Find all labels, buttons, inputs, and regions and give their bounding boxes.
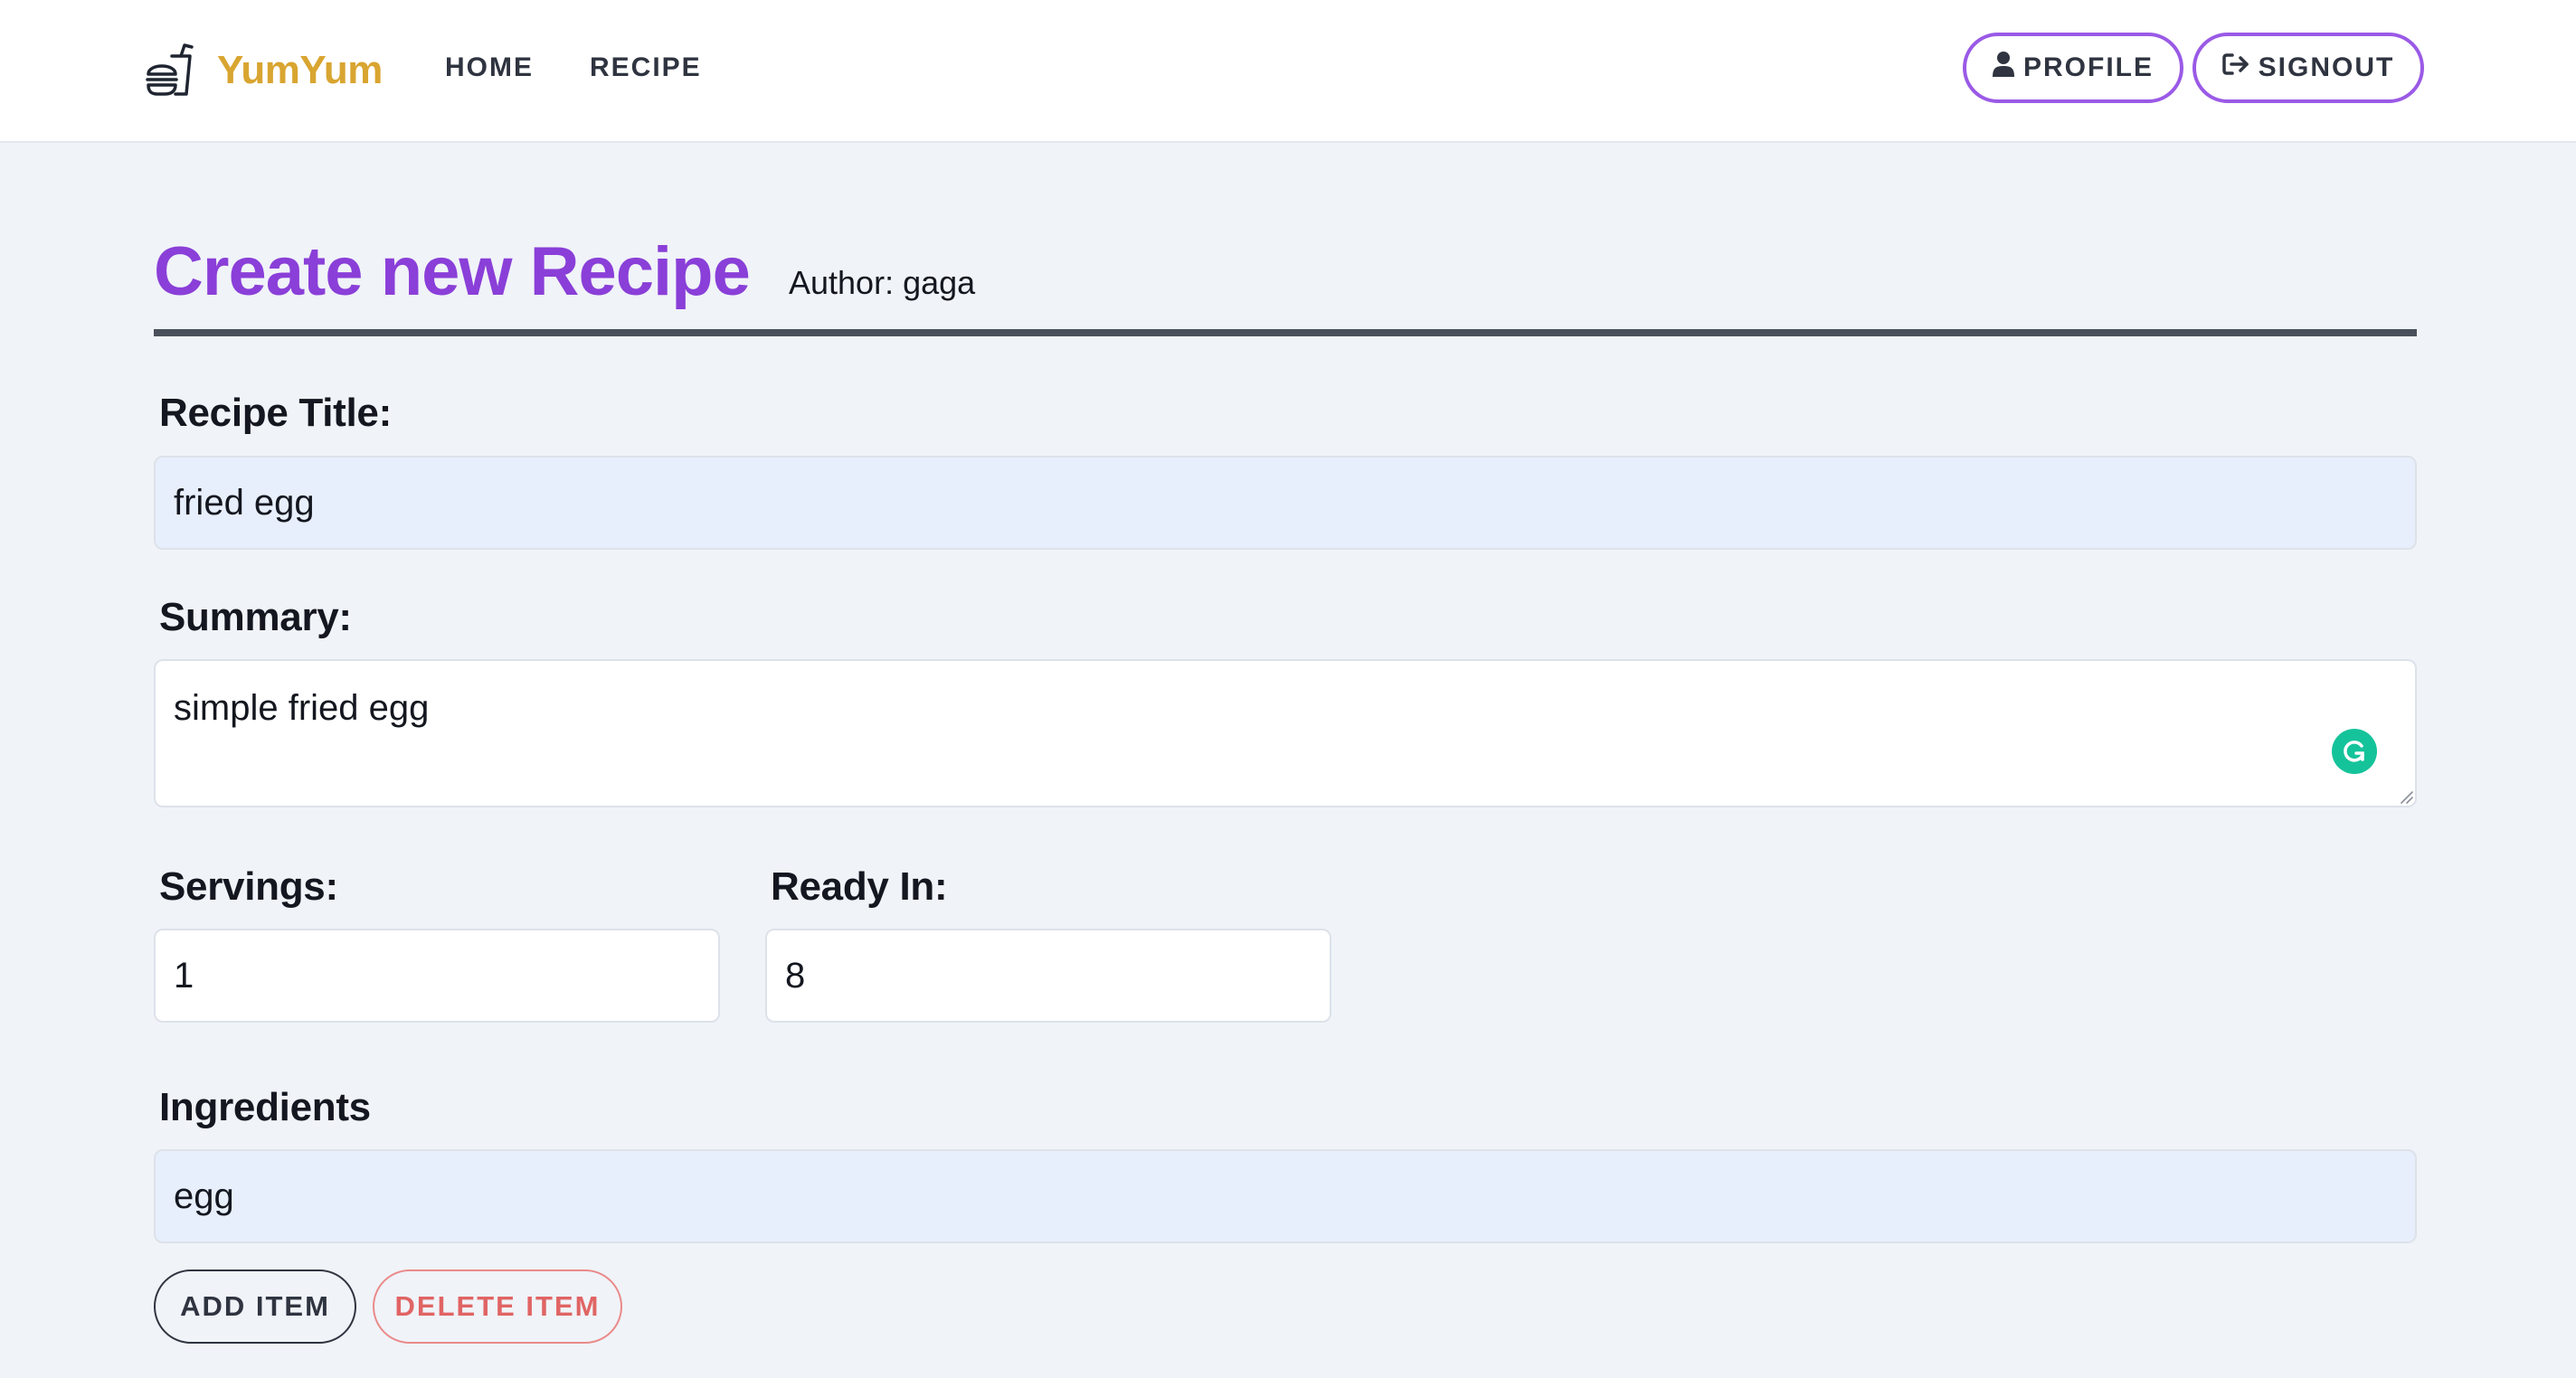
add-item-button[interactable]: ADD ITEM (154, 1269, 356, 1344)
summary-label: Summary: (159, 595, 352, 639)
header-divider (154, 329, 2417, 336)
grammarly-icon[interactable] (2332, 729, 2377, 774)
nav-link-home[interactable]: HOME (445, 52, 534, 83)
nav-link-recipe[interactable]: RECIPE (590, 52, 702, 83)
fast-food-icon (145, 43, 195, 98)
profile-label: PROFILE (2022, 52, 2154, 82)
user-icon (1992, 52, 2023, 84)
summary-textarea[interactable]: simple fried egg (154, 659, 2417, 807)
sign-out-icon (2221, 52, 2259, 83)
brand[interactable]: YumYum (145, 42, 383, 99)
recipe-title-value: fried egg (174, 482, 315, 523)
ingredient-input[interactable]: egg (154, 1149, 2417, 1243)
navbar: YumYum HOME RECIPE PROFILE SIGNOUT (0, 0, 2576, 143)
recipe-title-input[interactable]: fried egg (154, 456, 2417, 550)
signout-button[interactable]: SIGNOUT (2192, 33, 2424, 103)
signout-label: SIGNOUT (2258, 52, 2395, 82)
ingredients-label: Ingredients (159, 1085, 371, 1129)
delete-item-button[interactable]: DELETE ITEM (373, 1269, 622, 1344)
ingredient-value: egg (174, 1175, 234, 1216)
ready-in-value: 8 (785, 955, 806, 996)
profile-button[interactable]: PROFILE (1963, 33, 2183, 103)
author-text: Author: gaga (789, 264, 976, 301)
resize-handle-icon[interactable] (2399, 789, 2413, 804)
page-title: Create new Recipe (154, 233, 751, 310)
summary-value: simple fried egg (174, 688, 430, 728)
servings-value: 1 (174, 955, 194, 996)
servings-input[interactable]: 1 (154, 929, 720, 1023)
ready-in-input[interactable]: 8 (765, 929, 1331, 1023)
brand-name[interactable]: YumYum (217, 48, 383, 93)
recipe-title-label: Recipe Title: (159, 391, 392, 435)
ready-in-label: Ready In: (771, 864, 948, 909)
servings-label: Servings: (159, 864, 338, 909)
